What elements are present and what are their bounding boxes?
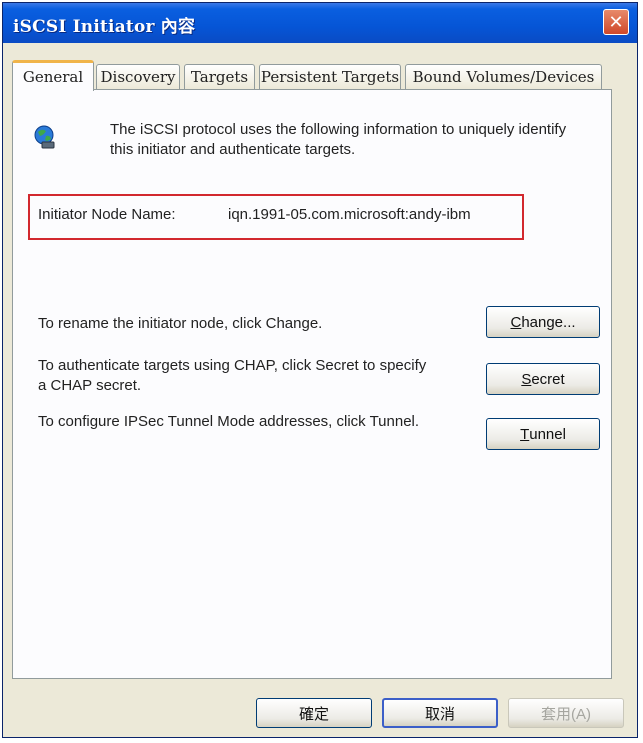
apply-button: 套用(A) (508, 698, 624, 728)
rename-instruction: To rename the initiator node, click Chan… (38, 315, 323, 332)
change-button-label: hange... (521, 313, 576, 331)
intro-text: The iSCSI protocol uses the following in… (110, 121, 567, 158)
secret-button-hotkey: S (521, 370, 532, 388)
tab-discovery[interactable]: Discovery (96, 64, 180, 89)
close-icon: ✕ (608, 12, 624, 32)
initiator-node-name-value: iqn.1991-05.com.microsoft:andy-ibm (228, 206, 471, 223)
tunnel-button[interactable]: Tunnel (486, 418, 600, 450)
initiator-node-name-label: Initiator Node Name: (38, 206, 176, 223)
chap-instruction: To authenticate targets using CHAP, clic… (38, 357, 427, 394)
network-globe-icon (34, 125, 55, 149)
ipsec-instruction: To configure IPSec Tunnel Mode addresses… (38, 413, 420, 430)
secret-button[interactable]: Secret (486, 363, 600, 395)
cancel-button[interactable]: 取消 (382, 698, 498, 728)
tunnel-button-hotkey: T (520, 425, 530, 443)
title-bar[interactable]: iSCSI Initiator 內容 ✕ (3, 3, 637, 43)
tab-targets[interactable]: Targets (184, 64, 255, 89)
tab-general[interactable]: General (12, 60, 94, 91)
secret-button-label: ecret (531, 370, 565, 388)
window-title: iSCSI Initiator 內容 (13, 17, 196, 37)
change-button-hotkey: C (510, 313, 522, 331)
tab-persistent-targets[interactable]: Persistent Targets (259, 64, 401, 89)
tab-bound-volumes-devices[interactable]: Bound Volumes/Devices (405, 64, 602, 89)
tab-strip: General Discovery Targets Persistent Tar… (12, 60, 612, 91)
tunnel-button-label: unnel (529, 425, 566, 443)
change-button[interactable]: Change... (486, 306, 600, 338)
close-button[interactable]: ✕ (603, 9, 629, 35)
ok-button[interactable]: 確定 (256, 698, 372, 728)
